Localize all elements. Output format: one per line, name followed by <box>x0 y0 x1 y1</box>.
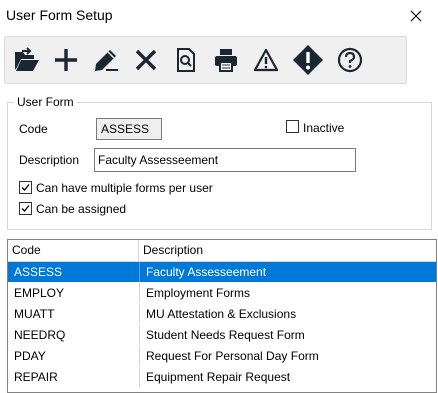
row-description: Student Needs Request Form <box>139 325 436 345</box>
question-circle-icon <box>337 47 363 73</box>
can-be-assigned-checkbox[interactable] <box>19 202 32 215</box>
close-button[interactable] <box>394 0 438 32</box>
window-title: User Form Setup <box>6 7 113 23</box>
table-row[interactable]: PDAY Request For Personal Day Form <box>8 346 436 366</box>
table-row[interactable]: ASSESS Faculty Assesseement <box>8 262 436 282</box>
table-row[interactable]: EMPLOY Employment Forms <box>8 283 436 303</box>
close-icon <box>410 10 422 22</box>
table-row[interactable]: REPAIR Equipment Repair Request <box>8 367 436 387</box>
checkmark-icon <box>21 205 30 212</box>
open-folder-icon <box>15 47 39 71</box>
code-field[interactable]: ASSESS <box>96 118 162 140</box>
multiple-forms-checkbox[interactable] <box>19 181 32 194</box>
diamond-exclamation-icon <box>293 45 323 75</box>
help-button[interactable] <box>335 45 365 75</box>
row-description: Request For Personal Day Form <box>139 346 436 366</box>
column-header-code[interactable]: Code <box>8 240 139 261</box>
can-be-assigned-label: Can be assigned <box>36 202 127 216</box>
table-row[interactable]: MUATT MU Attestation & Exclusions <box>8 304 436 324</box>
add-button[interactable] <box>51 45 81 75</box>
multiple-forms-label: Can have multiple forms per user <box>36 181 213 195</box>
pencil-icon <box>95 50 118 71</box>
open-button[interactable] <box>11 45 41 75</box>
edit-button[interactable] <box>91 45 121 75</box>
row-code: ASSESS <box>14 265 63 279</box>
inactive-label: Inactive <box>303 121 345 135</box>
description-field[interactable]: Faculty Assesseement <box>94 148 356 172</box>
preview-button[interactable] <box>171 45 201 75</box>
description-label: Description <box>19 153 80 167</box>
row-code: EMPLOY <box>14 286 65 300</box>
warning-triangle-icon <box>253 48 279 72</box>
row-code: REPAIR <box>14 370 58 384</box>
row-code: NEEDRQ <box>14 328 66 342</box>
print-button[interactable] <box>211 45 241 75</box>
alert-button[interactable] <box>291 45 325 75</box>
magnify-document-icon <box>177 48 195 72</box>
user-forms-grid: Code Description ASSESS Faculty Assessee… <box>7 239 437 393</box>
table-row[interactable]: NEEDRQ Student Needs Request Form <box>8 325 436 345</box>
row-description: Faculty Assesseement <box>139 262 436 282</box>
row-code: PDAY <box>14 349 46 363</box>
printer-icon <box>215 49 237 72</box>
row-code: MUATT <box>14 307 55 321</box>
row-description: Employment Forms <box>139 283 436 303</box>
row-description: MU Attestation & Exclusions <box>139 304 436 324</box>
delete-button[interactable] <box>131 45 161 75</box>
group-label: User Form <box>14 95 77 109</box>
code-label: Code <box>19 122 48 136</box>
toolbar <box>4 36 407 84</box>
x-icon <box>135 49 157 71</box>
plus-icon <box>55 49 77 71</box>
warning-button[interactable] <box>251 45 281 75</box>
grid-header: Code Description <box>8 240 436 262</box>
checkmark-icon <box>21 184 30 191</box>
column-header-description[interactable]: Description <box>139 240 436 261</box>
title-bar: User Form Setup <box>0 0 438 32</box>
inactive-checkbox[interactable] <box>286 120 299 133</box>
row-description: Equipment Repair Request <box>139 367 436 387</box>
